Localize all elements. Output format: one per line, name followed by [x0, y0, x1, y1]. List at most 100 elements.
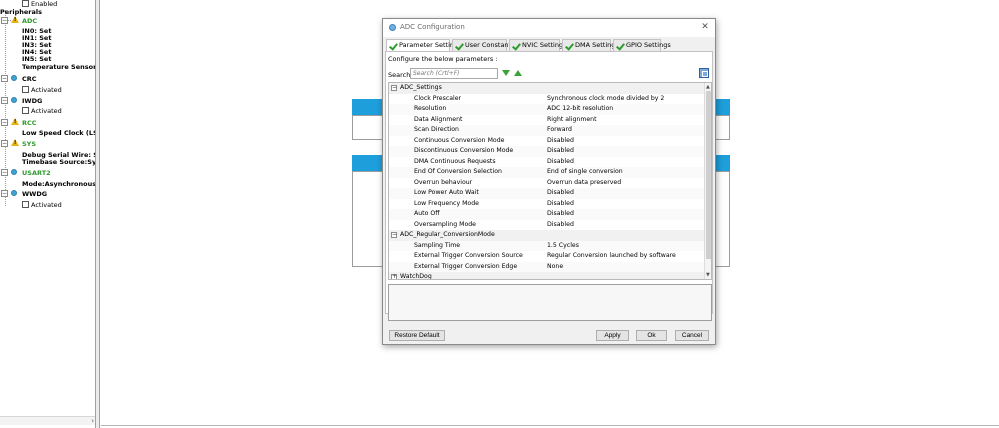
- parameter-value[interactable]: Right alignment: [547, 115, 597, 126]
- sys-expand-toggle[interactable]: −: [1, 140, 8, 147]
- tree-node-usart2[interactable]: USART2: [22, 169, 51, 177]
- parameter-value[interactable]: Disabled: [547, 146, 574, 157]
- parameter-row[interactable]: Scan Direction Forward: [389, 125, 705, 136]
- group-toggle-icon[interactable]: +: [391, 274, 397, 279]
- ok-button[interactable]: Ok: [636, 330, 667, 341]
- parameter-row[interactable]: Overrun behaviour Overrun data preserved: [389, 178, 705, 189]
- scroll-up-icon[interactable]: ▲: [706, 84, 710, 90]
- tab-nvic-settings[interactable]: NVIC Settings: [509, 39, 567, 51]
- peripherals-heading: Peripherals: [0, 8, 42, 16]
- adc-warning-icon: [11, 16, 19, 23]
- parameter-name: Clock Prescaler: [414, 94, 462, 102]
- scroll-right-icon[interactable]: ›: [91, 417, 94, 426]
- group-toggle-icon[interactable]: −: [391, 232, 397, 238]
- scrollbar-thumb[interactable]: [706, 91, 711, 259]
- parameter-value[interactable]: Disabled: [547, 220, 574, 231]
- parameter-row[interactable]: Oversampling Mode Disabled: [389, 220, 705, 231]
- parameter-table: − ADC_Settings Clock Prescaler Synchronous …: [388, 82, 712, 280]
- iwdg-expand-toggle[interactable]: −: [1, 97, 8, 104]
- parameter-group-row[interactable]: − ADC_Settings: [389, 83, 705, 94]
- check-icon: [512, 41, 521, 50]
- check-icon: [455, 41, 464, 50]
- parameter-value[interactable]: Disabled: [547, 209, 574, 220]
- close-icon[interactable]: ✕: [699, 21, 711, 33]
- parameter-group-row[interactable]: − ADC_Regular_ConversionMode: [389, 230, 705, 241]
- parameter-value[interactable]: Disabled: [547, 136, 574, 147]
- restore-default-button[interactable]: Restore Default: [389, 330, 445, 341]
- parameter-row[interactable]: End Of Conversion Selection End of single…: [389, 167, 705, 178]
- usart2-expand-toggle[interactable]: −: [1, 169, 8, 176]
- apply-button[interactable]: Apply: [596, 330, 629, 341]
- sys-warning-icon: [11, 139, 19, 146]
- tab-user-constants[interactable]: User Constants: [452, 39, 515, 51]
- parameter-name: Low Power Auto Wait: [414, 189, 479, 196]
- parameter-row[interactable]: Auto Off Disabled: [389, 209, 705, 220]
- enabled-label: Enabled: [31, 0, 58, 8]
- tree-node-wwdg[interactable]: WWDG: [22, 190, 47, 198]
- configure-instructions: Configure the below parameters :: [388, 55, 498, 63]
- search-previous-icon[interactable]: [514, 70, 523, 78]
- cancel-button[interactable]: Cancel: [675, 330, 709, 341]
- expand-view-icon[interactable]: [699, 68, 709, 78]
- crc-expand-toggle[interactable]: −: [1, 75, 8, 82]
- parameter-value[interactable]: 1.5 Cycles: [547, 241, 579, 252]
- crc-activated-checkbox[interactable]: [22, 86, 29, 93]
- parameter-row[interactable]: External Trigger Conversion Edge None: [389, 261, 705, 273]
- parameter-name: Scan Direction: [414, 126, 459, 133]
- wwdg-activated-checkbox[interactable]: [22, 201, 29, 208]
- wwdg-expand-toggle[interactable]: −: [1, 190, 8, 197]
- parameter-name: External Trigger Conversion Edge: [414, 262, 518, 270]
- parameter-name: Resolution: [414, 105, 447, 112]
- parameter-description-box: [388, 284, 712, 321]
- parameter-row[interactable]: Low Frequency Mode Disabled: [389, 199, 705, 210]
- parameter-row[interactable]: Resolution ADC 12-bit resolution: [389, 104, 705, 115]
- parameter-value[interactable]: Synchronous clock mode divided by 2: [547, 94, 664, 105]
- tree-node-rcc[interactable]: RCC: [22, 119, 37, 127]
- tree-guide-line: [5, 10, 6, 206]
- rcc-warning-icon: [11, 118, 19, 125]
- tree-node-sys[interactable]: SYS: [22, 140, 36, 148]
- tree-node-iwdg[interactable]: IWDG: [22, 97, 42, 105]
- crc-activated-label: Activated: [31, 86, 62, 94]
- adc-configuration-dialog: ADC Configuration ✕ Parameter Settings U…: [382, 18, 716, 345]
- parameter-value[interactable]: Overrun data preserved: [547, 178, 621, 189]
- app-icon: [389, 24, 396, 31]
- parameter-row[interactable]: DMA Continuous Requests Disabled: [389, 157, 705, 168]
- search-next-icon[interactable]: [502, 70, 511, 78]
- iwdg-status-icon: [11, 97, 17, 103]
- scroll-down-icon[interactable]: ▼: [706, 272, 710, 278]
- parameter-row[interactable]: Continuous Conversion Mode Disabled: [389, 136, 705, 147]
- parameter-value[interactable]: Disabled: [547, 199, 574, 210]
- parameter-row[interactable]: External Trigger Conversion Source Regula…: [389, 251, 705, 262]
- dialog-titlebar[interactable]: ADC Configuration ✕: [383, 19, 715, 37]
- parameter-row[interactable]: Clock Prescaler Synchronous clock mode di…: [389, 94, 705, 105]
- parameter-value[interactable]: End of single conversion: [547, 167, 623, 178]
- enabled-checkbox[interactable]: [22, 0, 29, 7]
- parameter-value[interactable]: ADC 12-bit resolution: [547, 104, 613, 115]
- parameter-value[interactable]: Disabled: [547, 188, 574, 199]
- adc-expand-toggle[interactable]: −: [1, 17, 8, 24]
- parameter-value[interactable]: None: [547, 262, 563, 273]
- parameter-table-scrollbar[interactable]: ▲ ▼: [704, 83, 711, 279]
- tree-node-adc[interactable]: ADC: [22, 17, 37, 25]
- rcc-expand-toggle[interactable]: −: [1, 119, 8, 126]
- group-toggle-icon[interactable]: −: [391, 85, 397, 91]
- splitter[interactable]: [96, 0, 100, 428]
- parameter-value[interactable]: Forward: [547, 125, 572, 136]
- search-input[interactable]: [410, 68, 498, 79]
- tab-dma-settings[interactable]: DMA Settings: [562, 39, 619, 51]
- tab-label: GPIO Settings: [626, 41, 671, 49]
- iwdg-activated-checkbox[interactable]: [22, 107, 29, 114]
- parameter-row[interactable]: Data Alignment Right alignment: [389, 115, 705, 126]
- parameter-value[interactable]: Regular Conversion launched by software: [547, 251, 676, 262]
- parameter-row[interactable]: Discontinuous Conversion Mode Disabled: [389, 146, 705, 157]
- parameter-group-row[interactable]: + WatchDog: [389, 272, 705, 279]
- tab-gpio-settings[interactable]: GPIO Settings: [613, 39, 671, 51]
- parameter-value[interactable]: Disabled: [547, 157, 574, 168]
- tree-node-crc[interactable]: CRC: [22, 75, 37, 83]
- parameter-row[interactable]: Low Power Auto Wait Disabled: [389, 188, 705, 199]
- parameter-name: Oversampling Mode: [414, 220, 476, 228]
- parameter-name: Auto Off: [414, 210, 440, 217]
- parameter-row[interactable]: Sampling Time 1.5 Cycles: [389, 240, 705, 252]
- tree-horizontal-scrollbar[interactable]: ›: [0, 416, 95, 426]
